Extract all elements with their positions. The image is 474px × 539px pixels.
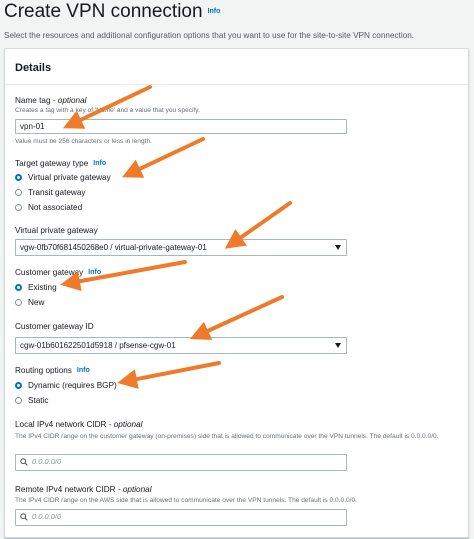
customer-gateway-label-text: Customer gateway — [15, 268, 84, 277]
remote-cidr-input[interactable]: 0.0.0.0/0 — [15, 509, 347, 526]
radio-dynamic-bgp[interactable]: Dynamic (requires BGP) — [15, 381, 117, 390]
local-cidr-description: The IPv4 CIDR range on the customer gate… — [15, 433, 439, 440]
radio-label: Static — [28, 396, 49, 405]
radio-not-associated[interactable]: Not associated — [15, 203, 82, 212]
local-cidr-placeholder: 0.0.0.0/0 — [32, 457, 62, 466]
radio-dot-selected — [15, 382, 22, 389]
page-title-text: Create VPN connection — [4, 1, 203, 22]
details-title: Details — [15, 62, 52, 74]
routing-options-info-link[interactable]: Info — [77, 367, 90, 374]
routing-options-label-text: Routing options — [15, 366, 72, 375]
name-tag-constraint: Value must be 256 characters or less in … — [15, 138, 152, 145]
name-tag-hint: Creates a tag with a key of 'Name' and a… — [15, 107, 200, 114]
radio-label: New — [28, 298, 45, 307]
name-tag-label-text: Name tag — [15, 96, 51, 105]
customer-gateway-id-value: cgw-01b601622501d5918 / pfsense-cgw-01 — [20, 341, 176, 350]
name-tag-optional: - optional — [52, 96, 87, 105]
customer-gateway-label: Customer gateway Info — [15, 268, 101, 277]
remote-cidr-label-text: Remote IPv4 network CIDR — [15, 485, 116, 494]
page-info-link[interactable]: Info — [208, 8, 221, 15]
radio-dot — [15, 397, 22, 404]
radio-transit-gateway[interactable]: Transit gateway — [15, 188, 86, 197]
radio-virtual-private-gateway[interactable]: Virtual private gateway — [15, 173, 111, 182]
radio-dot — [15, 299, 22, 306]
radio-static[interactable]: Static — [15, 396, 48, 405]
radio-existing[interactable]: Existing — [15, 283, 57, 292]
virtual-private-gateway-value: vgw-0fb70f681450268e0 / virtual-private-… — [20, 243, 207, 252]
target-gateway-info-link[interactable]: Info — [93, 160, 106, 167]
radio-label: Virtual private gateway — [28, 173, 111, 182]
customer-gateway-info-link[interactable]: Info — [88, 269, 101, 276]
target-gateway-type-label: Target gateway type Info — [15, 159, 106, 168]
local-cidr-input[interactable]: 0.0.0.0/0 — [15, 454, 347, 471]
name-tag-input[interactable] — [15, 119, 347, 134]
caret-down-icon — [335, 343, 341, 348]
search-icon — [20, 458, 28, 466]
radio-dot — [15, 189, 22, 196]
caret-down-icon — [335, 245, 341, 250]
details-panel: Details Name tag - optional Creates a ta… — [4, 48, 469, 538]
radio-new[interactable]: New — [15, 298, 44, 307]
remote-cidr-optional: - optional — [117, 485, 152, 494]
radio-label: Transit gateway — [28, 188, 86, 197]
local-cidr-label: Local IPv4 network CIDR - optional — [15, 420, 142, 429]
virtual-private-gateway-label: Virtual private gateway — [15, 226, 98, 235]
customer-gateway-id-select[interactable]: cgw-01b601622501d5918 / pfsense-cgw-01 — [15, 337, 347, 354]
radio-label: Existing — [28, 283, 57, 292]
page-description: Select the resources and additional conf… — [4, 31, 415, 40]
radio-dot-selected — [15, 174, 22, 181]
routing-options-label: Routing options Info — [15, 366, 90, 375]
radio-label: Dynamic (requires BGP) — [28, 381, 117, 390]
target-gateway-type-label-text: Target gateway type — [15, 159, 89, 168]
local-cidr-optional: - optional — [108, 420, 143, 429]
radio-label: Not associated — [28, 203, 83, 212]
virtual-private-gateway-select[interactable]: vgw-0fb70f681450268e0 / virtual-private-… — [15, 239, 347, 256]
radio-dot-selected — [15, 284, 22, 291]
radio-dot — [15, 204, 22, 211]
remote-cidr-placeholder: 0.0.0.0/0 — [32, 512, 62, 521]
remote-cidr-description: The IPv4 CIDR range on the AWS side that… — [15, 497, 357, 504]
panel-divider — [5, 84, 468, 85]
customer-gateway-id-label: Customer gateway ID — [15, 322, 94, 331]
search-icon — [20, 513, 28, 521]
page-title: Create VPN connection Info — [4, 1, 220, 23]
local-cidr-label-text: Local IPv4 network CIDR — [15, 420, 107, 429]
remote-cidr-label: Remote IPv4 network CIDR - optional — [15, 485, 152, 494]
name-tag-label: Name tag - optional — [15, 96, 86, 105]
